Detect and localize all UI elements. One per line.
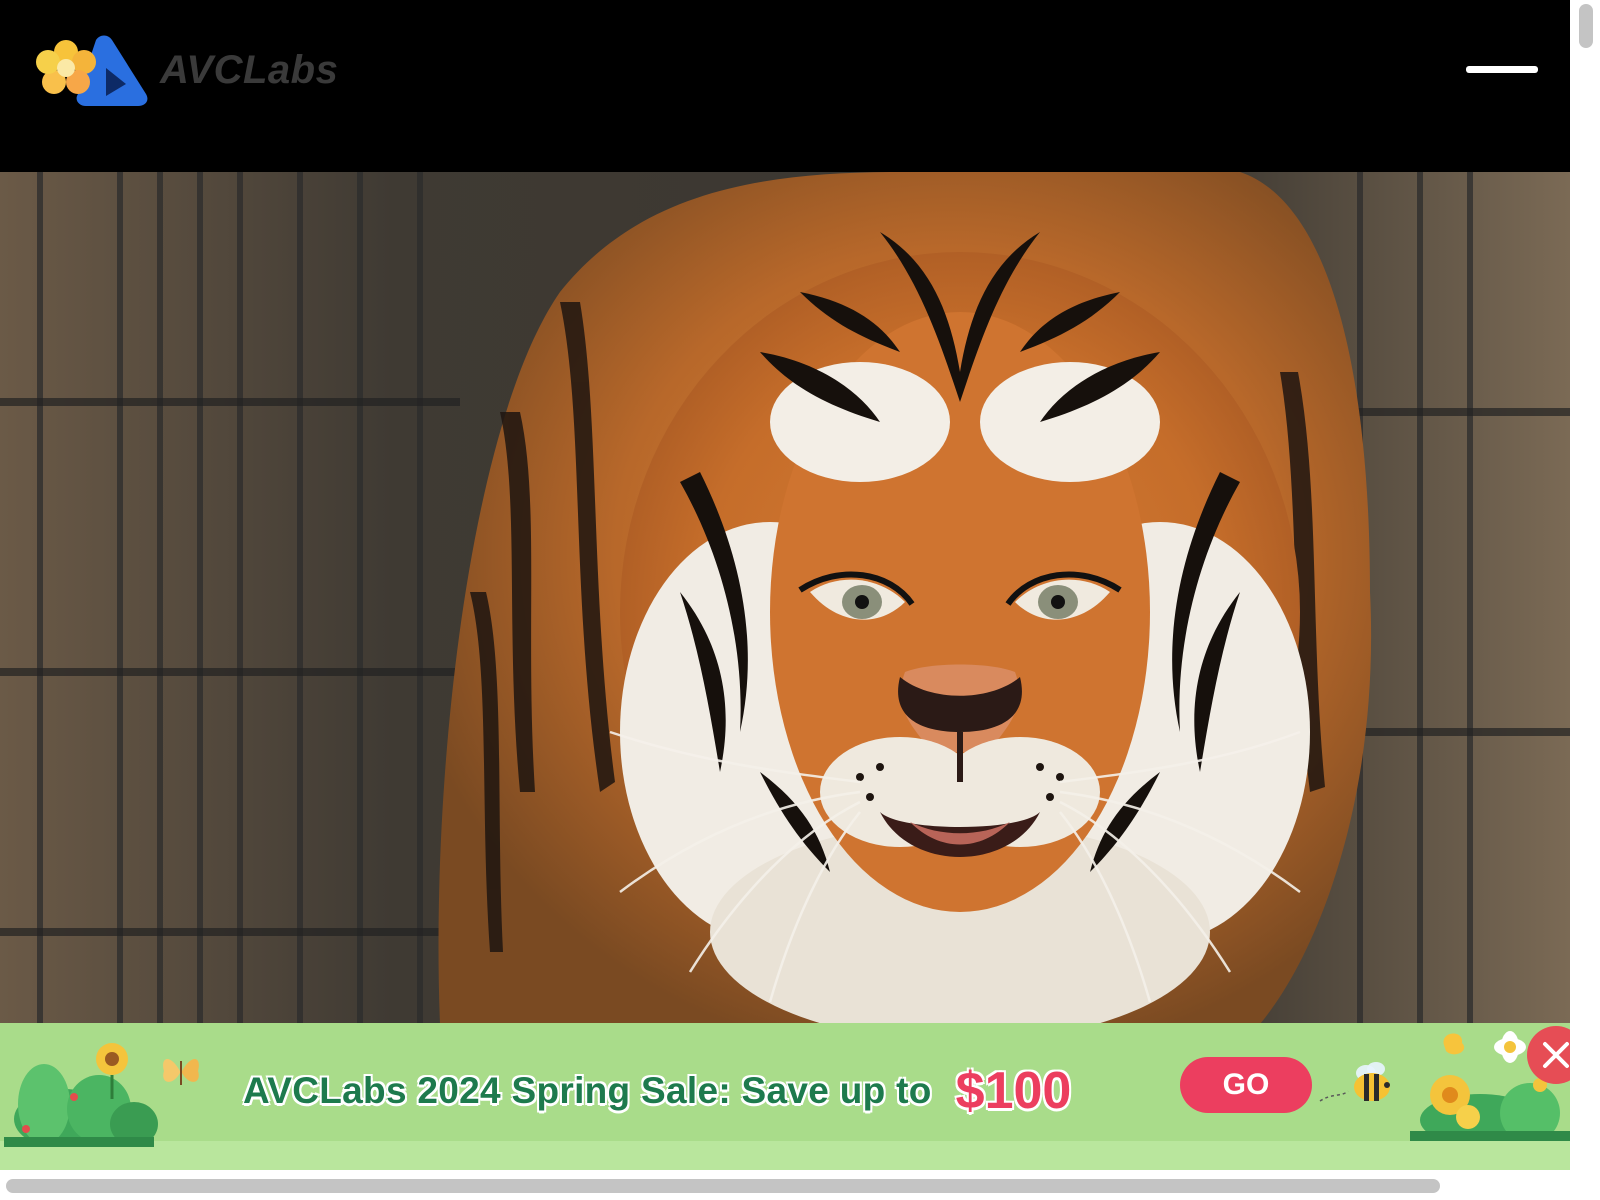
promo-discount-amount: $100 (955, 1062, 1072, 1120)
hamburger-menu-icon (1466, 66, 1538, 73)
promo-headline: AVCLabs 2024 Spring Sale: Save up to $10… (243, 1061, 1071, 1121)
browser-viewport: AVCLabs AVCLabs 2024 Spring Sale: Save u… (0, 0, 1570, 1170)
logo-icon (34, 34, 150, 106)
horizontal-scrollbar-thumb[interactable] (6, 1179, 1440, 1193)
hamburger-menu-button[interactable] (1466, 50, 1538, 90)
go-button[interactable]: GO (1180, 1057, 1312, 1113)
bee-icon (1318, 1053, 1398, 1114)
promo-banner-base (0, 1141, 1570, 1170)
plant-decoration-icon (4, 1029, 164, 1152)
butterfly-icon (160, 1051, 202, 1096)
promo-banner: AVCLabs 2024 Spring Sale: Save up to $10… (0, 1023, 1570, 1170)
vertical-scrollbar[interactable] (1570, 0, 1600, 1170)
promo-message: AVCLabs 2024 Spring Sale: Save up to (243, 1070, 932, 1111)
horizontal-scrollbar[interactable] (0, 1170, 1570, 1200)
hero-tiger-image (0, 172, 1570, 1024)
close-icon (1543, 1042, 1569, 1068)
vertical-scrollbar-thumb[interactable] (1579, 4, 1593, 48)
site-header: AVCLabs (0, 0, 1570, 172)
brand-name: AVCLabs (160, 47, 339, 92)
brand-logo[interactable]: AVCLabs (34, 34, 338, 106)
